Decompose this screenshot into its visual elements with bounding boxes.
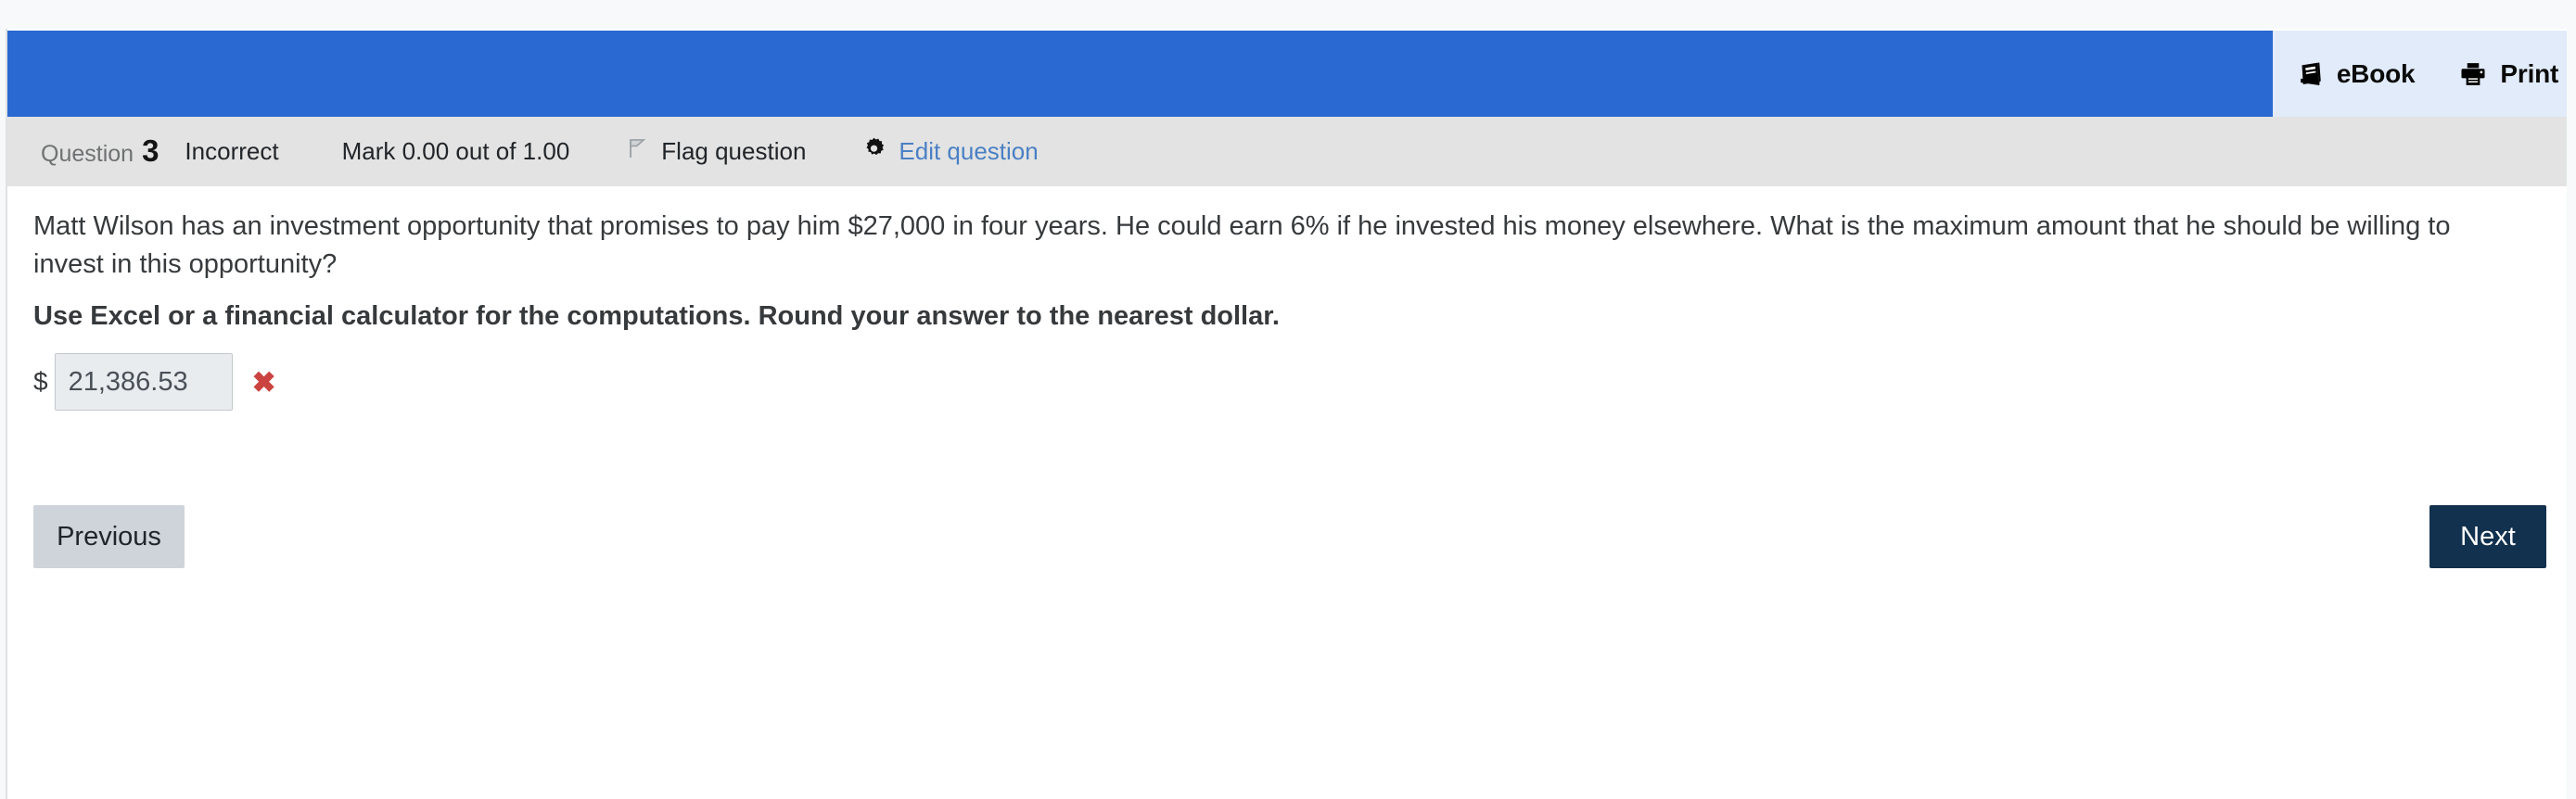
printer-icon <box>2459 60 2487 88</box>
question-number-group: Question 3 <box>41 135 159 168</box>
print-button[interactable]: Print <box>2459 59 2558 89</box>
answer-input[interactable] <box>54 353 233 411</box>
answer-row: $ ✖ <box>33 353 276 411</box>
edit-question-button[interactable]: Edit question <box>861 136 1039 168</box>
gear-icon <box>861 136 886 168</box>
previous-button[interactable]: Previous <box>33 505 185 568</box>
top-toolbar: eBook Print <box>7 31 2567 117</box>
question-state: Incorrect <box>185 137 279 165</box>
next-button[interactable]: Next <box>2429 505 2546 568</box>
flag-question-button[interactable]: Flag question <box>625 136 806 167</box>
flag-question-label: Flag question <box>661 137 807 165</box>
question-mark: Mark 0.00 out of 1.00 <box>341 137 570 165</box>
question-label: Question <box>41 141 134 167</box>
question-text: Matt Wilson has an investment opportunit… <box>33 211 2451 280</box>
toolbar-actions: eBook Print <box>2273 31 2567 117</box>
ebook-button[interactable]: eBook <box>2296 59 2416 89</box>
book-icon <box>2296 60 2324 88</box>
print-button-label: Print <box>2500 58 2559 88</box>
question-body: Matt Wilson has an investment opportunit… <box>7 186 2567 799</box>
incorrect-mark-icon: ✖ <box>251 365 276 399</box>
question-number: 3 <box>142 133 159 168</box>
page-root: eBook Print Question 3 Incorrect Mark 0.… <box>0 0 2576 799</box>
edit-question-label: Edit question <box>899 137 1039 165</box>
ebook-button-label: eBook <box>2336 58 2416 88</box>
question-info-bar: Question 3 Incorrect Mark 0.00 out of 1.… <box>7 117 2567 186</box>
question-instruction: Use Excel or a financial calculator for … <box>33 301 1280 331</box>
toolbar-blue-area <box>7 31 2273 117</box>
flag-icon <box>625 136 649 167</box>
currency-symbol: $ <box>33 367 48 396</box>
